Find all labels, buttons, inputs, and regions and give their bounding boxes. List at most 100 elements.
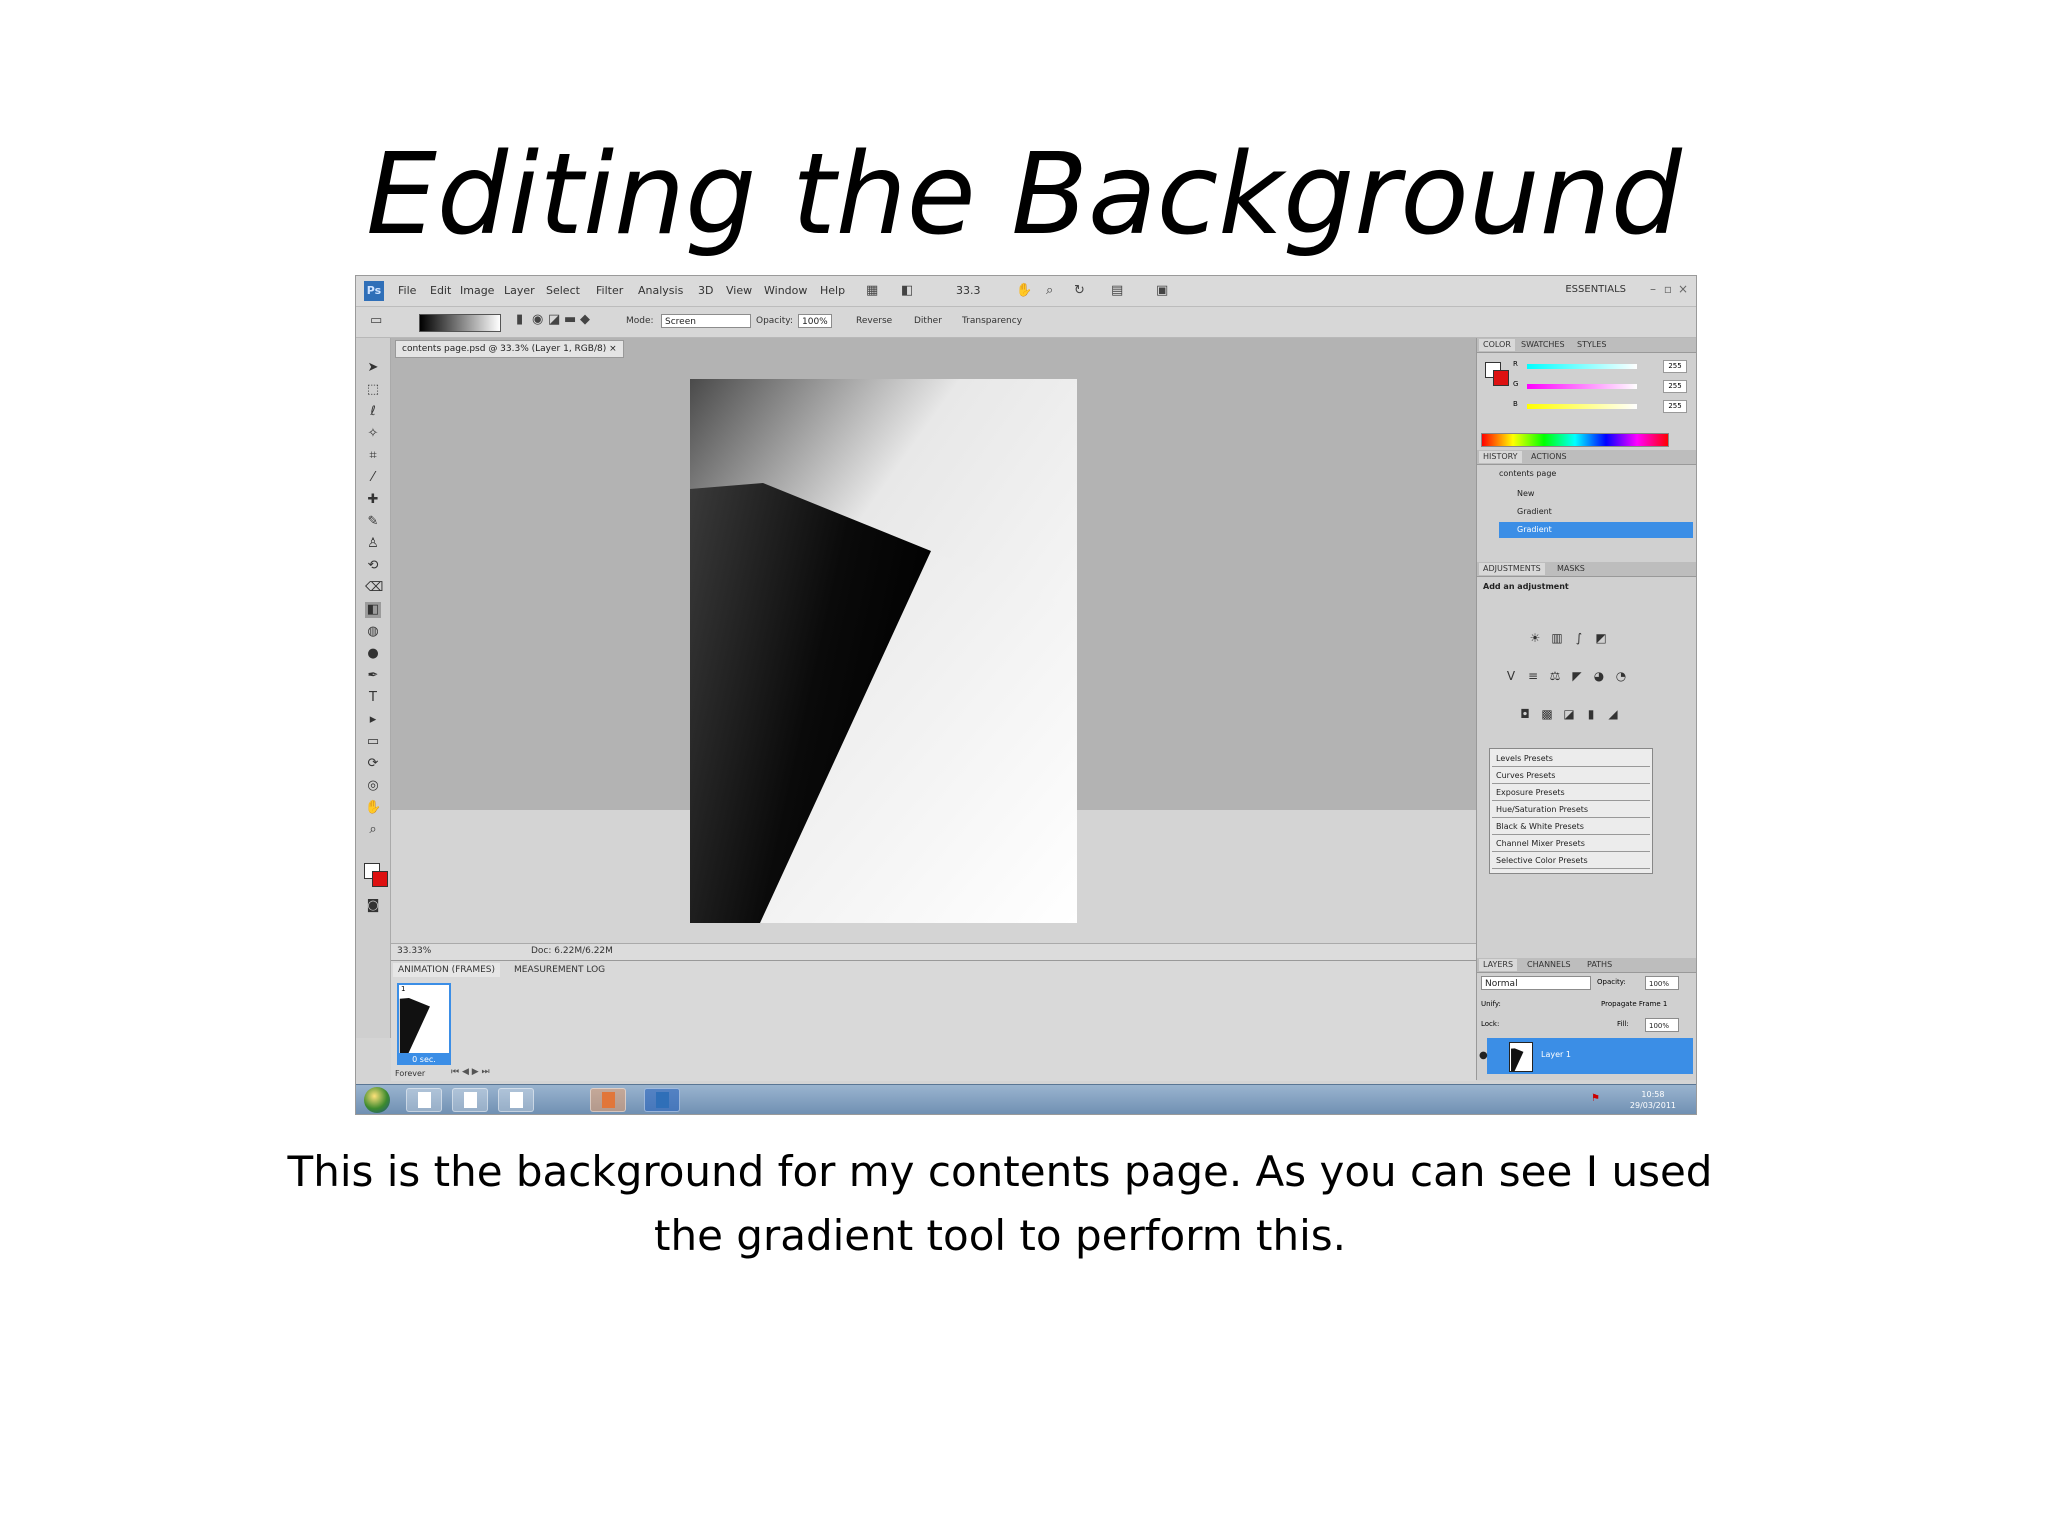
tab-measurement-log[interactable]: MEASUREMENT LOG: [509, 963, 610, 977]
tab-adjustments[interactable]: ADJUSTMENTS: [1479, 563, 1545, 575]
animation-frame-1[interactable]: 1: [397, 983, 451, 1055]
vibrance-icon[interactable]: V: [1503, 668, 1519, 684]
path-selection-icon[interactable]: ▸: [365, 712, 381, 728]
frame-delay[interactable]: 0 sec.: [397, 1055, 451, 1065]
background-color-swatch[interactable]: [372, 871, 388, 887]
tab-paths[interactable]: PATHS: [1583, 959, 1616, 971]
photo-filter-icon[interactable]: ◕: [1591, 668, 1607, 684]
reflected-gradient-icon[interactable]: ▬: [564, 312, 576, 327]
history-item[interactable]: Gradient: [1517, 504, 1693, 520]
menu-help[interactable]: Help: [820, 284, 845, 297]
document-canvas[interactable]: [690, 379, 1077, 923]
menu-file[interactable]: File: [398, 284, 416, 297]
clone-stamp-icon[interactable]: ♙: [365, 536, 381, 552]
tool-preset-icon[interactable]: ▭: [370, 313, 382, 328]
red-value[interactable]: 255: [1663, 360, 1687, 373]
exposure-icon[interactable]: ◩: [1593, 630, 1609, 646]
layer-row[interactable]: ● Layer 1: [1479, 1038, 1693, 1074]
magic-wand-icon[interactable]: ✧: [365, 426, 381, 442]
gradient-map-icon[interactable]: ▮: [1583, 706, 1599, 722]
tab-animation-frames[interactable]: ANIMATION (FRAMES): [393, 963, 501, 977]
dodge-tool-icon[interactable]: ●: [365, 646, 381, 662]
marquee-tool-icon[interactable]: ⬚: [365, 382, 381, 398]
history-item-selected[interactable]: Gradient: [1499, 522, 1693, 538]
taskbar-clock[interactable]: 10:58 29/03/2011: [1630, 1089, 1676, 1111]
menu-view[interactable]: View: [726, 284, 752, 297]
channel-mixer-icon[interactable]: ◔: [1613, 668, 1629, 684]
menu-window[interactable]: Window: [764, 284, 807, 297]
taskbar-document-1[interactable]: [406, 1088, 442, 1112]
history-brush-icon[interactable]: ⟲: [365, 558, 381, 574]
threshold-icon[interactable]: ◪: [1561, 706, 1577, 722]
shape-tool-icon[interactable]: ▭: [365, 734, 381, 750]
reverse-checkbox[interactable]: Reverse: [856, 316, 892, 326]
layer-name[interactable]: Layer 1: [1541, 1050, 1571, 1059]
type-tool-icon[interactable]: T: [365, 690, 381, 706]
blend-mode-select[interactable]: Normal: [1481, 976, 1591, 990]
menu-edit[interactable]: Edit: [430, 284, 451, 297]
curves-icon[interactable]: ∫: [1571, 630, 1587, 646]
red-slider[interactable]: [1527, 364, 1637, 369]
menu-filter[interactable]: Filter: [596, 284, 623, 297]
hand-icon[interactable]: ✋: [365, 800, 381, 816]
menu-select[interactable]: Select: [546, 284, 580, 297]
3d-orbit-icon[interactable]: ◎: [365, 778, 381, 794]
selective-color-icon[interactable]: ◢: [1605, 706, 1621, 722]
tab-color[interactable]: COLOR: [1479, 339, 1515, 351]
eraser-tool-icon[interactable]: ⌫: [365, 580, 383, 596]
color-bg-swatch[interactable]: [1493, 370, 1509, 386]
black-white-icon[interactable]: ◤: [1569, 668, 1585, 684]
brightness-icon[interactable]: ☀: [1527, 630, 1543, 646]
hand-tool-icon[interactable]: ✋: [1016, 283, 1032, 298]
opacity-field[interactable]: 100%: [798, 314, 832, 328]
dither-checkbox[interactable]: Dither: [914, 316, 942, 326]
color-balance-icon[interactable]: ⚖: [1547, 668, 1563, 684]
tray-flag-icon[interactable]: ⚑: [1591, 1093, 1600, 1104]
hue-saturation-icon[interactable]: ≡: [1525, 668, 1541, 684]
start-button[interactable]: [364, 1087, 390, 1113]
arrange-documents-icon[interactable]: ▤: [1111, 283, 1123, 298]
screen-mode-icon[interactable]: ▣: [1156, 283, 1168, 298]
zoom-dropdown[interactable]: 33.3: [956, 284, 981, 297]
fill-field[interactable]: 100%: [1645, 1018, 1679, 1032]
zoom-tool-icon[interactable]: ⌕: [1046, 283, 1053, 298]
menu-layer[interactable]: Layer: [504, 284, 535, 297]
zoom-readout[interactable]: 33.33%: [397, 946, 431, 956]
tab-history[interactable]: HISTORY: [1479, 451, 1522, 463]
green-value[interactable]: 255: [1663, 380, 1687, 393]
blue-slider[interactable]: [1527, 404, 1637, 409]
preset-item[interactable]: Channel Mixer Presets: [1492, 836, 1650, 852]
taskbar-document-2[interactable]: [452, 1088, 488, 1112]
tab-swatches[interactable]: SWATCHES: [1517, 339, 1569, 351]
invert-icon[interactable]: ◘: [1517, 706, 1533, 722]
gradient-tool-icon[interactable]: ◧: [365, 602, 381, 618]
bridge-icon[interactable]: ▦: [866, 283, 878, 298]
rotate-view-icon[interactable]: ↻: [1074, 283, 1085, 298]
preset-item[interactable]: Curves Presets: [1492, 768, 1650, 784]
workspace-switcher[interactable]: ESSENTIALS: [1565, 284, 1626, 295]
tab-masks[interactable]: MASKS: [1553, 563, 1589, 575]
brush-tool-icon[interactable]: ✎: [365, 514, 381, 530]
gradient-picker[interactable]: [419, 314, 501, 332]
view-extras-icon[interactable]: ◧: [901, 283, 913, 298]
blur-tool-icon[interactable]: ◍: [365, 624, 381, 640]
taskbar-document-3[interactable]: [498, 1088, 534, 1112]
layer-visibility-icon[interactable]: ●: [1479, 1050, 1488, 1061]
preset-item[interactable]: Exposure Presets: [1492, 785, 1650, 801]
pen-tool-icon[interactable]: ✒: [365, 668, 381, 684]
layer-opacity-field[interactable]: 100%: [1645, 976, 1679, 990]
posterize-icon[interactable]: ▩: [1539, 706, 1555, 722]
preset-item[interactable]: Levels Presets: [1492, 751, 1650, 767]
menu-3d[interactable]: 3D: [698, 284, 713, 297]
blue-value[interactable]: 255: [1663, 400, 1687, 413]
healing-brush-icon[interactable]: ✚: [365, 492, 381, 508]
color-spectrum[interactable]: [1481, 433, 1669, 447]
lasso-tool-icon[interactable]: ℓ: [365, 404, 381, 420]
mode-select[interactable]: Screen: [661, 314, 751, 328]
maximize-icon[interactable]: ▫: [1664, 282, 1672, 296]
tab-styles[interactable]: STYLES: [1573, 339, 1610, 351]
history-item[interactable]: New: [1517, 486, 1693, 502]
tab-actions[interactable]: ACTIONS: [1527, 451, 1571, 463]
linear-gradient-icon[interactable]: ▮: [516, 312, 523, 327]
transparency-checkbox[interactable]: Transparency: [962, 316, 1022, 326]
